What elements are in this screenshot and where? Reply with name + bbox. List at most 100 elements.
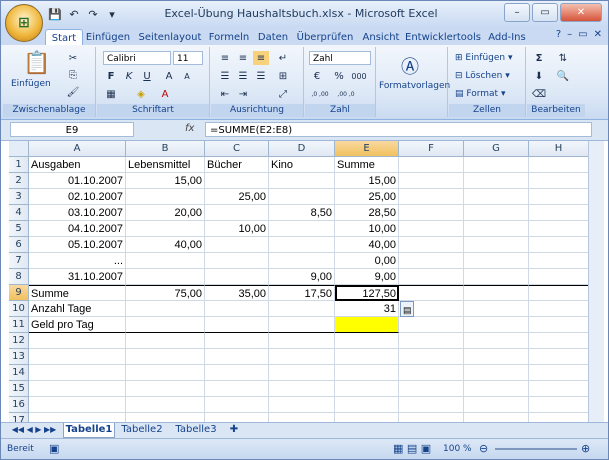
cell-d13[interactable] xyxy=(269,349,335,365)
cell-d14[interactable] xyxy=(269,365,335,381)
cell-f5[interactable] xyxy=(399,221,464,237)
cell-g9[interactable] xyxy=(464,285,529,301)
row-header-15[interactable]: 15 xyxy=(9,381,29,397)
cell-h6[interactable] xyxy=(529,237,589,253)
cell-a2[interactable]: 01.10.2007 xyxy=(29,173,126,189)
cell-b13[interactable] xyxy=(126,349,205,365)
cell-c1[interactable]: Bücher xyxy=(205,157,269,173)
paste-button[interactable]: Einfügen xyxy=(11,79,51,89)
cell-a8[interactable]: 31.10.2007 xyxy=(29,269,126,285)
cell-a10[interactable]: Anzahl Tage xyxy=(29,301,126,317)
fill-icon[interactable]: ⬇ xyxy=(531,69,547,83)
bold-button[interactable]: F xyxy=(103,69,119,83)
format-painter-icon[interactable]: 🖌 xyxy=(65,85,81,99)
cell-b6[interactable]: 40,00 xyxy=(126,237,205,253)
name-box[interactable]: E9 xyxy=(10,122,134,137)
cell-b10[interactable] xyxy=(126,301,205,317)
zoom-level[interactable]: 100 % xyxy=(443,444,472,454)
cell-e14[interactable] xyxy=(335,365,399,381)
row-header-16[interactable]: 16 xyxy=(9,397,29,413)
copy-icon[interactable]: ⎘ xyxy=(65,68,81,82)
cell-d16[interactable] xyxy=(269,397,335,413)
cell-c12[interactable] xyxy=(205,333,269,349)
cell-g1[interactable] xyxy=(464,157,529,173)
cell-g3[interactable] xyxy=(464,189,529,205)
column-header-b[interactable]: B xyxy=(126,141,205,157)
cell-c7[interactable] xyxy=(205,253,269,269)
cell-g6[interactable] xyxy=(464,237,529,253)
cell-d5[interactable] xyxy=(269,221,335,237)
cell-e16[interactable] xyxy=(335,397,399,413)
cell-e4[interactable]: 28,50 xyxy=(335,205,399,221)
cell-a4[interactable]: 03.10.2007 xyxy=(29,205,126,221)
zoom-in-icon[interactable]: ⊕ xyxy=(581,442,590,455)
cell-d2[interactable] xyxy=(269,173,335,189)
sheet-nav-icons[interactable]: ◀◀ ◀ ▶ ▶▶ xyxy=(9,423,59,437)
cell-a14[interactable] xyxy=(29,365,126,381)
cell-b14[interactable] xyxy=(126,365,205,381)
align-bottom-icon[interactable]: ≡ xyxy=(253,51,269,65)
ribbon-minimize-icon[interactable]: – xyxy=(567,29,572,40)
cell-b3[interactable] xyxy=(126,189,205,205)
cell-g10[interactable] xyxy=(464,301,529,317)
formula-input[interactable]: =SUMME(E2:E8) xyxy=(205,122,592,137)
increase-indent-icon[interactable]: ⇥ xyxy=(235,87,251,101)
font-name-select[interactable]: Calibri xyxy=(103,51,171,65)
cell-d6[interactable] xyxy=(269,237,335,253)
row-header-11[interactable]: 11 xyxy=(9,317,29,333)
cell-f14[interactable] xyxy=(399,365,464,381)
cell-e8[interactable]: 9,00 xyxy=(335,269,399,285)
cell-b16[interactable] xyxy=(126,397,205,413)
cell-a12[interactable] xyxy=(29,333,126,349)
row-header-8[interactable]: 8 xyxy=(9,269,29,285)
cell-g13[interactable] xyxy=(464,349,529,365)
tab-entwicklertools[interactable]: Entwicklertools xyxy=(405,29,481,45)
cell-f8[interactable] xyxy=(399,269,464,285)
cell-c13[interactable] xyxy=(205,349,269,365)
cell-e5[interactable]: 10,00 xyxy=(335,221,399,237)
cell-h7[interactable] xyxy=(529,253,589,269)
cell-f6[interactable] xyxy=(399,237,464,253)
shrink-font-button[interactable]: A xyxy=(179,69,195,83)
zoom-slider[interactable] xyxy=(495,448,577,450)
cell-f4[interactable] xyxy=(399,205,464,221)
row-header-6[interactable]: 6 xyxy=(9,237,29,253)
row-header-12[interactable]: 12 xyxy=(9,333,29,349)
cell-h9[interactable] xyxy=(529,285,589,301)
cell-a13[interactable] xyxy=(29,349,126,365)
cell-b2[interactable]: 15,00 xyxy=(126,173,205,189)
column-header-a[interactable]: A xyxy=(29,141,126,157)
autofill-options-icon[interactable]: ▤ xyxy=(400,301,414,317)
cell-f9[interactable] xyxy=(399,285,464,301)
cell-h15[interactable] xyxy=(529,381,589,397)
cell-d15[interactable] xyxy=(269,381,335,397)
cell-e7[interactable]: 0,00 xyxy=(335,253,399,269)
row-header-5[interactable]: 5 xyxy=(9,221,29,237)
align-top-icon[interactable]: ≡ xyxy=(217,51,233,65)
save-icon[interactable]: 💾 xyxy=(47,7,63,22)
cell-h4[interactable] xyxy=(529,205,589,221)
fill-color-icon[interactable]: ◈ xyxy=(133,87,149,101)
minimize-button[interactable]: – xyxy=(504,3,530,22)
cell-d4[interactable]: 8,50 xyxy=(269,205,335,221)
increase-decimal-button[interactable]: ,0 ,00 xyxy=(309,87,331,101)
cell-f15[interactable] xyxy=(399,381,464,397)
row-header-2[interactable]: 2 xyxy=(9,173,29,189)
cell-g12[interactable] xyxy=(464,333,529,349)
cell-b11[interactable] xyxy=(126,317,205,333)
cell-e17[interactable] xyxy=(335,413,399,422)
cell-a1[interactable]: Ausgaben xyxy=(29,157,126,173)
cell-e6[interactable]: 40,00 xyxy=(335,237,399,253)
cell-e9[interactable]: 127,50 xyxy=(335,285,399,301)
cell-a11[interactable]: Geld pro Tag xyxy=(29,317,126,333)
column-header-d[interactable]: D xyxy=(269,141,335,157)
cell-d10[interactable] xyxy=(269,301,335,317)
tab-ueberpruefen[interactable]: Überprüfen xyxy=(295,29,355,45)
cell-c2[interactable] xyxy=(205,173,269,189)
ribbon-close-icon[interactable]: ✕ xyxy=(594,29,602,40)
cell-g8[interactable] xyxy=(464,269,529,285)
cell-b9[interactable]: 75,00 xyxy=(126,285,205,301)
row-header-1[interactable]: 1 xyxy=(9,157,29,173)
cell-a3[interactable]: 02.10.2007 xyxy=(29,189,126,205)
cell-c4[interactable] xyxy=(205,205,269,221)
